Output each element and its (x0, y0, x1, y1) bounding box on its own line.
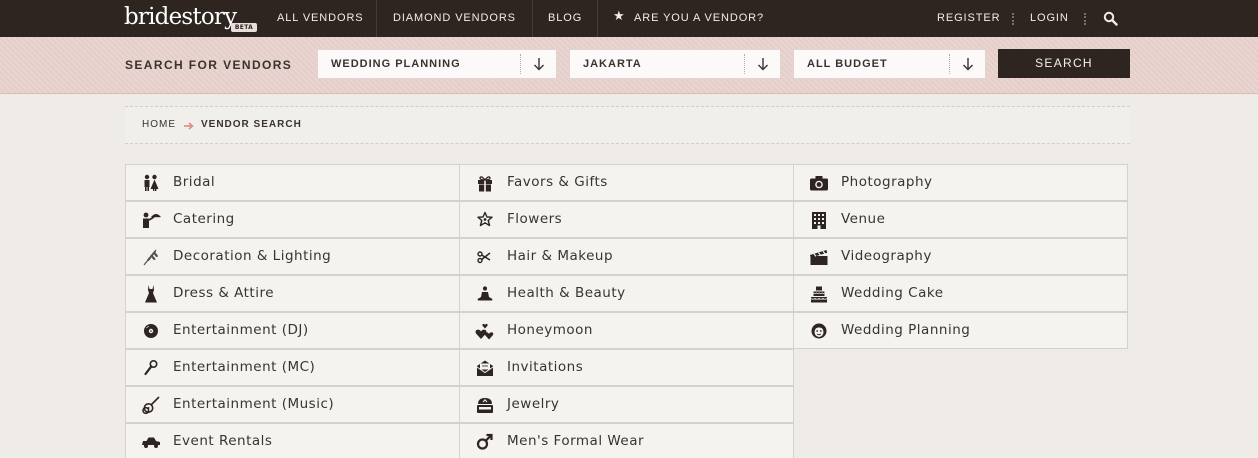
top-navigation-bar: bridestory BETA ALL VENDORS DIAMOND VEND… (0, 0, 1258, 37)
category-label: Videography (841, 248, 932, 264)
category-select-arrow[interactable] (520, 54, 556, 74)
arrow-down-icon (534, 58, 544, 71)
category-videography[interactable]: Videography (793, 238, 1128, 275)
breadcrumb-home[interactable]: HOME (142, 119, 176, 130)
budget-select[interactable]: ALL BUDGET (793, 49, 986, 79)
category-honeymoon[interactable]: Honeymoon (459, 312, 794, 349)
couple-icon (144, 174, 159, 191)
microphone-icon (144, 359, 158, 376)
category-label: Invitations (507, 359, 584, 375)
waiter-icon (143, 212, 161, 228)
beta-badge: BETA (231, 23, 257, 32)
camera-icon (810, 176, 828, 191)
vinyl-record-icon (144, 324, 158, 338)
category-label: Health & Beauty (507, 285, 626, 301)
category-catering[interactable]: Catering (125, 201, 460, 238)
nav-all-vendors[interactable]: ALL VENDORS (277, 0, 364, 37)
nav-blog[interactable]: BLOG (548, 0, 582, 37)
category-invitations[interactable]: Invitations (459, 349, 794, 386)
vendor-search-bar: SEARCH FOR VENDORS WEDDING PLANNING JAKA… (0, 37, 1258, 94)
category-label: Catering (173, 211, 235, 227)
category-wedding-planning[interactable]: Wedding Planning (793, 312, 1128, 349)
category-flowers[interactable]: Flowers (459, 201, 794, 238)
building-icon (812, 212, 826, 229)
location-select[interactable]: JAKARTA (569, 49, 781, 79)
nav-login[interactable]: LOGIN (1030, 0, 1069, 37)
category-label: Entertainment (MC) (173, 359, 316, 375)
category-label: Entertainment (Music) (173, 396, 335, 412)
nav-register[interactable]: REGISTER (937, 0, 1000, 37)
category-wedding-cake[interactable]: Wedding Cake (793, 275, 1128, 312)
nav-diamond-vendors[interactable]: DIAMOND VENDORS (393, 0, 516, 37)
meditation-icon (477, 286, 493, 301)
male-symbol-icon (476, 433, 493, 450)
category-label: Photography (841, 174, 933, 190)
budget-select-arrow[interactable] (949, 54, 985, 74)
guitar-icon (142, 396, 160, 414)
flower-icon (477, 211, 493, 227)
category-mens-formal-wear[interactable]: Men's Formal Wear (459, 423, 794, 458)
category-venue[interactable]: Venue (793, 201, 1128, 238)
category-label: Wedding Cake (841, 285, 944, 301)
category-favors-gifts[interactable]: Favors & Gifts (459, 164, 794, 201)
search-icon[interactable] (1103, 11, 1118, 26)
nav-divider (597, 0, 598, 37)
category-label: Jewelry (507, 396, 560, 412)
category-label: Bridal (173, 174, 216, 190)
category-dress-attire[interactable]: Dress & Attire (125, 275, 460, 312)
category-hair-makeup[interactable]: Hair & Makeup (459, 238, 794, 275)
category-select-value: WEDDING PLANNING (331, 58, 461, 70)
wheat-icon (143, 249, 158, 266)
search-button[interactable]: SEARCH (998, 49, 1130, 78)
envelope-icon (476, 360, 494, 376)
category-bridal[interactable]: Bridal (125, 164, 460, 201)
star-icon: ★ (613, 9, 625, 24)
breadcrumb-current: VENDOR SEARCH (201, 119, 302, 130)
category-event-rentals[interactable]: Event Rentals (125, 423, 460, 458)
category-label: Event Rentals (173, 433, 273, 449)
search-label: SEARCH FOR VENDORS (125, 58, 293, 72)
clapperboard-icon (810, 250, 828, 265)
nav-dot-divider (1084, 13, 1086, 25)
breadcrumb: HOME VENDOR SEARCH (125, 106, 1130, 144)
nav-divider (532, 0, 533, 37)
category-label: Venue (841, 211, 886, 227)
category-jewelry[interactable]: Jewelry (459, 386, 794, 423)
category-label: Men's Formal Wear (507, 433, 645, 449)
arrow-right-icon (184, 122, 194, 130)
car-icon (142, 437, 160, 448)
category-label: Entertainment (DJ) (173, 322, 309, 338)
category-photography[interactable]: Photography (793, 164, 1128, 201)
budget-select-value: ALL BUDGET (807, 58, 888, 70)
nav-dot-divider (1012, 13, 1014, 25)
category-label: Flowers (507, 211, 563, 227)
arrow-down-icon (758, 58, 768, 71)
category-label: Dress & Attire (173, 285, 275, 301)
cake-icon (810, 286, 828, 303)
logo[interactable]: bridestory (124, 2, 237, 34)
location-select-value: JAKARTA (583, 58, 642, 70)
category-label: Honeymoon (507, 322, 593, 338)
category-entertainment-mc[interactable]: Entertainment (MC) (125, 349, 460, 386)
planner-icon (811, 323, 827, 339)
dress-icon (145, 285, 157, 303)
ring-box-icon (477, 398, 493, 413)
category-label: Wedding Planning (841, 322, 971, 338)
nav-are-you-vendor[interactable]: ARE YOU A VENDOR? (634, 0, 764, 37)
category-select[interactable]: WEDDING PLANNING (317, 49, 557, 79)
location-select-arrow[interactable] (744, 54, 780, 74)
nav-divider (376, 0, 377, 37)
scissors-icon (477, 251, 491, 264)
gift-icon (478, 176, 492, 192)
category-label: Hair & Makeup (507, 248, 614, 264)
category-health-beauty[interactable]: Health & Beauty (459, 275, 794, 312)
category-label: Favors & Gifts (507, 174, 608, 190)
category-entertainment-music[interactable]: Entertainment (Music) (125, 386, 460, 423)
category-label: Decoration & Lighting (173, 248, 332, 264)
category-entertainment-dj[interactable]: Entertainment (DJ) (125, 312, 460, 349)
hearts-icon (475, 323, 494, 340)
arrow-down-icon (963, 58, 973, 71)
category-decoration-lighting[interactable]: Decoration & Lighting (125, 238, 460, 275)
